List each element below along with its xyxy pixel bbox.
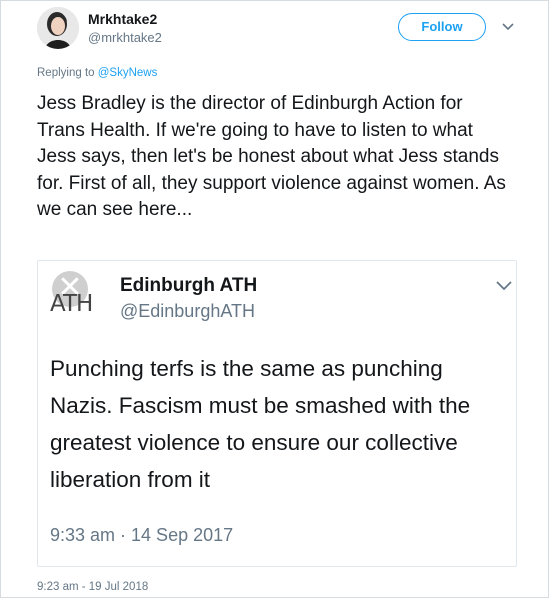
chevron-down-icon[interactable] [501, 19, 515, 33]
tweet-timestamp[interactable]: 9:23 am - 19 Jul 2018 [37, 581, 148, 593]
user-avatar-icon [37, 7, 79, 49]
tweet-frame: Mrkhtake2 @mrkhtake2 Follow Replying to … [0, 0, 549, 598]
avatar[interactable] [37, 7, 79, 49]
quoted-display-name[interactable]: Edinburgh ATH [120, 275, 257, 297]
quoted-avatar-text: ATH [50, 291, 93, 317]
quoted-avatar[interactable]: ✕ ATH [50, 271, 106, 323]
user-handle[interactable]: @mrkhtake2 [88, 30, 162, 45]
quoted-tweet-text: Punching terfs is the same as punching N… [50, 356, 471, 492]
quoted-user-handle[interactable]: @EdinburghATH [120, 301, 255, 322]
reply-mention-link[interactable]: @SkyNews [98, 67, 158, 79]
reply-context: Replying to @SkyNews [37, 67, 157, 79]
tweet-text: Jess Bradley is the director of Edinburg… [37, 93, 506, 220]
quoted-tweet-card[interactable]: ✕ ATH Edinburgh ATH @EdinburghATH Punchi… [37, 260, 517, 567]
quoted-timestamp[interactable]: 9:33 am · 14 Sep 2017 [50, 525, 233, 546]
follow-button[interactable]: Follow [398, 13, 486, 41]
display-name[interactable]: Mrkhtake2 [88, 11, 157, 27]
quoted-chevron-down-icon[interactable] [495, 279, 513, 293]
reply-prefix: Replying to [37, 67, 98, 79]
